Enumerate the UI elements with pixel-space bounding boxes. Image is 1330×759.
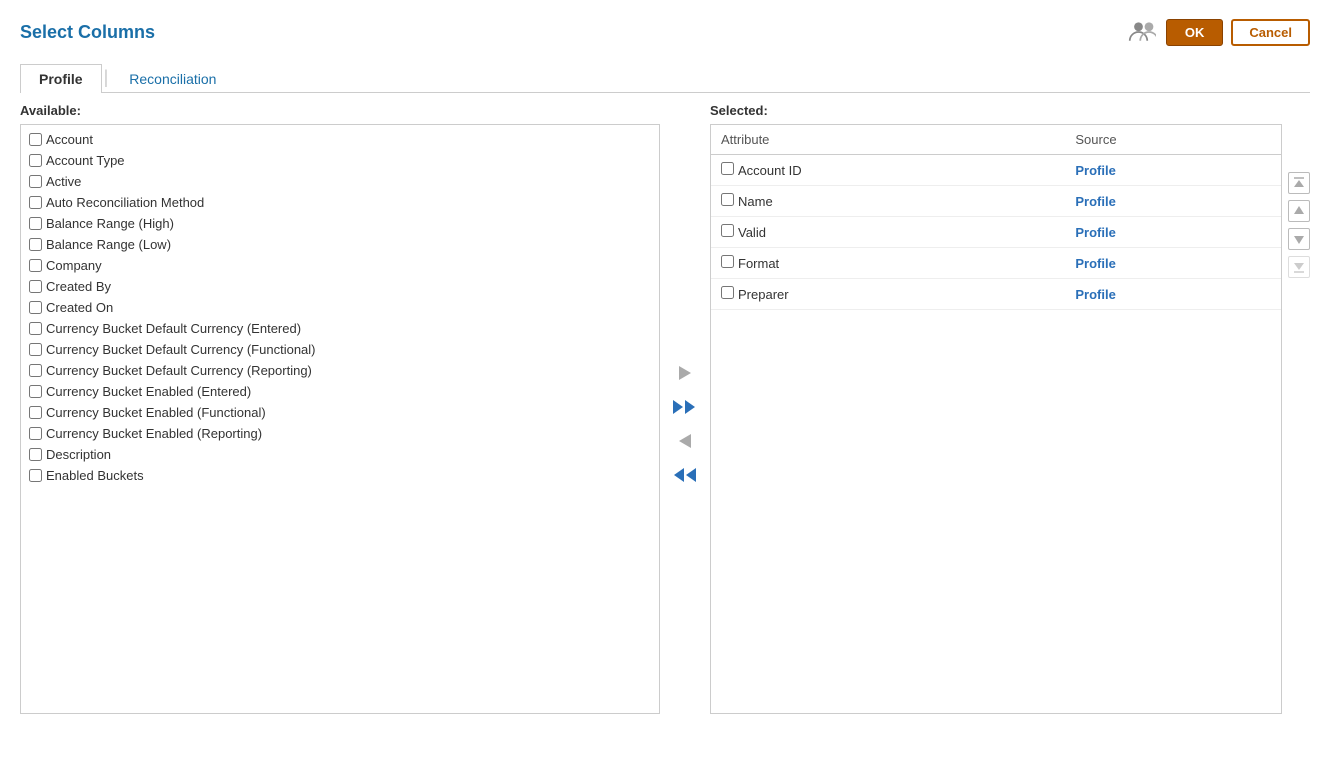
list-item-checkbox[interactable]	[29, 301, 42, 314]
list-item-checkbox[interactable]	[29, 238, 42, 251]
list-item-checkbox[interactable]	[29, 427, 42, 440]
ok-button[interactable]: OK	[1166, 19, 1224, 46]
list-item-checkbox[interactable]	[29, 154, 42, 167]
page-title: Select Columns	[20, 22, 155, 43]
list-item[interactable]: Enabled Buckets	[27, 465, 653, 486]
move-up-button[interactable]	[1288, 200, 1310, 222]
add-all-button[interactable]	[668, 394, 702, 420]
available-list-wrap: AccountAccount TypeActiveAuto Reconcilia…	[20, 124, 660, 714]
selected-row-checkbox[interactable]	[721, 286, 734, 299]
list-item[interactable]: Created By	[27, 276, 653, 297]
arrow-left-single-icon	[675, 432, 695, 450]
table-row[interactable]: NameProfile	[711, 186, 1281, 217]
table-row[interactable]: ValidProfile	[711, 217, 1281, 248]
list-item-checkbox[interactable]	[29, 217, 42, 230]
user-icon	[1128, 18, 1156, 46]
list-item[interactable]: Currency Bucket Default Currency (Functi…	[27, 339, 653, 360]
col-attribute: Attribute	[711, 125, 1065, 155]
list-item-checkbox[interactable]	[29, 385, 42, 398]
middle-arrows	[660, 103, 710, 714]
available-list[interactable]: AccountAccount TypeActiveAuto Reconcilia…	[21, 125, 659, 713]
order-buttons-col	[1282, 124, 1310, 714]
list-item-checkbox[interactable]	[29, 406, 42, 419]
remove-one-button[interactable]	[671, 428, 699, 454]
selected-row-checkbox[interactable]	[721, 224, 734, 237]
list-item-checkbox[interactable]	[29, 280, 42, 293]
list-item[interactable]: Balance Range (Low)	[27, 234, 653, 255]
selected-table-wrap: Attribute Source Account IDProfileNamePr…	[710, 124, 1282, 714]
remove-all-button[interactable]	[668, 462, 702, 488]
header-row: Select Columns OK Cancel	[20, 16, 1310, 48]
list-item[interactable]: Account	[27, 129, 653, 150]
tab-reconciliation[interactable]: Reconciliation	[110, 64, 235, 93]
user-icon-button[interactable]	[1126, 16, 1158, 48]
add-one-button[interactable]	[671, 360, 699, 386]
move-bottom-button[interactable]	[1288, 256, 1310, 278]
page-container: Select Columns OK Cancel Profile | Recon…	[0, 0, 1330, 759]
move-down-icon	[1292, 232, 1306, 246]
list-item[interactable]: Currency Bucket Enabled (Entered)	[27, 381, 653, 402]
list-item[interactable]: Active	[27, 171, 653, 192]
list-item-checkbox[interactable]	[29, 196, 42, 209]
arrow-left-double-icon	[672, 466, 698, 484]
list-item-checkbox[interactable]	[29, 259, 42, 272]
move-up-icon	[1292, 204, 1306, 218]
list-item-checkbox[interactable]	[29, 175, 42, 188]
selected-row-checkbox[interactable]	[721, 255, 734, 268]
list-item[interactable]: Account Type	[27, 150, 653, 171]
arrow-right-single-icon	[675, 364, 695, 382]
left-panel: Available: AccountAccount TypeActiveAuto…	[20, 103, 660, 714]
right-panel-area: Selected: Attribute Source Account IDPro…	[710, 103, 1310, 714]
tabs-row: Profile | Reconciliation	[20, 64, 1310, 93]
move-top-button[interactable]	[1288, 172, 1310, 194]
tab-profile[interactable]: Profile	[20, 64, 102, 93]
list-item[interactable]: Currency Bucket Enabled (Reporting)	[27, 423, 653, 444]
selected-row-checkbox[interactable]	[721, 162, 734, 175]
table-row[interactable]: Account IDProfile	[711, 155, 1281, 186]
selected-label: Selected:	[710, 103, 1310, 118]
list-item[interactable]: Currency Bucket Default Currency (Report…	[27, 360, 653, 381]
list-item-checkbox[interactable]	[29, 322, 42, 335]
move-down-button[interactable]	[1288, 228, 1310, 250]
right-panel-outer: Attribute Source Account IDProfileNamePr…	[710, 124, 1310, 714]
available-label: Available:	[20, 103, 660, 118]
list-item-checkbox[interactable]	[29, 364, 42, 377]
main-content: Available: AccountAccount TypeActiveAuto…	[20, 103, 1310, 714]
list-item[interactable]: Description	[27, 444, 653, 465]
list-item-checkbox[interactable]	[29, 133, 42, 146]
list-item[interactable]: Auto Reconciliation Method	[27, 192, 653, 213]
list-item-checkbox[interactable]	[29, 469, 42, 482]
cancel-button[interactable]: Cancel	[1231, 19, 1310, 46]
selected-row-checkbox[interactable]	[721, 193, 734, 206]
table-row[interactable]: FormatProfile	[711, 248, 1281, 279]
list-item-checkbox[interactable]	[29, 343, 42, 356]
selected-table: Attribute Source Account IDProfileNamePr…	[711, 125, 1281, 310]
header-actions: OK Cancel	[1126, 16, 1310, 48]
col-source: Source	[1065, 125, 1281, 155]
list-item[interactable]: Currency Bucket Enabled (Functional)	[27, 402, 653, 423]
list-item[interactable]: Balance Range (High)	[27, 213, 653, 234]
arrow-right-double-icon	[672, 398, 698, 416]
table-row[interactable]: PreparerProfile	[711, 279, 1281, 310]
move-bottom-icon	[1292, 260, 1306, 274]
move-top-icon	[1292, 176, 1306, 190]
tab-divider: |	[104, 68, 109, 88]
list-item-checkbox[interactable]	[29, 448, 42, 461]
list-item[interactable]: Company	[27, 255, 653, 276]
list-item[interactable]: Created On	[27, 297, 653, 318]
list-item[interactable]: Currency Bucket Default Currency (Entere…	[27, 318, 653, 339]
